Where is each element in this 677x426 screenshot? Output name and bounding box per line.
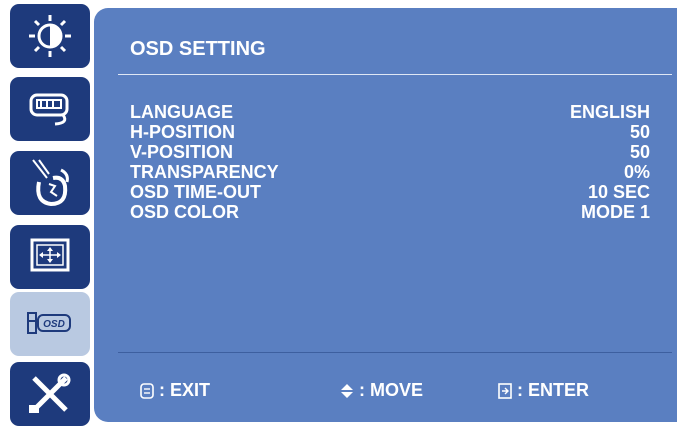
page-title: OSD SETTING <box>130 38 266 60</box>
setting-value: 50 <box>629 122 650 142</box>
setting-row-language[interactable]: LANGUAGE ENGLISH <box>130 102 650 122</box>
brightness-contrast-icon <box>29 15 71 57</box>
tools-icon <box>29 373 71 413</box>
enter-icon <box>498 382 512 399</box>
exit-label: : EXIT <box>159 380 211 400</box>
enter-label: : ENTER <box>517 380 589 400</box>
enter-hint[interactable]: : ENTER <box>498 380 589 401</box>
setting-row-osd-color[interactable]: OSD COLOR MODE 1 <box>130 202 650 222</box>
signal-source-icon <box>29 93 69 126</box>
exit-hint[interactable]: : EXIT <box>140 380 210 401</box>
menu-button-icon <box>140 382 154 399</box>
settings-list: LANGUAGE ENGLISH H-POSITION 50 V-POSITIO… <box>130 102 650 222</box>
sidebar-item-tools[interactable] <box>10 362 90 426</box>
sidebar-item-signal[interactable] <box>10 77 90 141</box>
setting-row-h-position[interactable]: H-POSITION 50 <box>130 122 650 142</box>
sidebar-item-position[interactable] <box>10 225 90 289</box>
title-divider <box>118 74 672 75</box>
setting-label: V-POSITION <box>130 142 234 162</box>
setting-value: ENGLISH <box>569 102 650 122</box>
sidebar-item-osd[interactable]: OSD <box>10 292 90 356</box>
setting-row-osd-time-out[interactable]: OSD TIME-OUT 10 SEC <box>130 182 650 202</box>
setting-label: TRANSPARENCY <box>130 162 279 182</box>
setting-value: 0% <box>623 162 650 182</box>
setting-row-v-position[interactable]: V-POSITION 50 <box>130 142 650 162</box>
setting-label: LANGUAGE <box>130 102 233 122</box>
move-label: : MOVE <box>359 380 424 400</box>
footer-divider <box>118 352 672 353</box>
setting-label: H-POSITION <box>130 122 236 142</box>
setting-value: 10 SEC <box>587 182 650 202</box>
picture-position-icon <box>30 238 70 272</box>
setting-label: OSD COLOR <box>130 202 240 222</box>
setting-value: MODE 1 <box>580 202 650 222</box>
setting-row-transparency[interactable]: TRANSPARENCY 0% <box>130 162 650 182</box>
setting-value: 50 <box>629 142 650 162</box>
svg-text:OSD: OSD <box>43 319 65 330</box>
audio-icon <box>32 159 69 207</box>
osd-settings-icon: OSD <box>27 312 71 334</box>
osd-setting-panel: OSD SETTING LANGUAGE ENGLISH H-POSITION … <box>94 8 677 422</box>
move-hint[interactable]: : MOVE <box>340 380 423 401</box>
osd-sidebar: OSD <box>0 0 100 426</box>
setting-label: OSD TIME-OUT <box>130 182 261 202</box>
sidebar-item-audio[interactable] <box>10 151 90 215</box>
sidebar-item-brightness[interactable] <box>10 4 90 68</box>
up-down-arrows-icon <box>341 383 353 398</box>
